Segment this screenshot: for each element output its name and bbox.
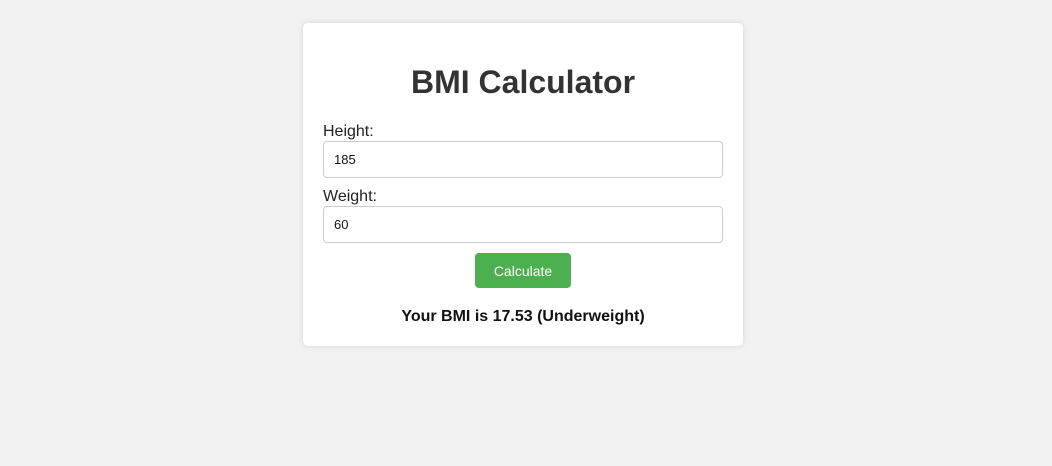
height-input[interactable] bbox=[323, 141, 723, 178]
calculate-button[interactable]: Calculate bbox=[475, 253, 571, 288]
weight-input[interactable] bbox=[323, 206, 723, 243]
weight-label: Weight: bbox=[323, 188, 377, 205]
page-title: BMI Calculator bbox=[410, 64, 636, 100]
bmi-calculator-card: BMI Calculator Height: Weight: Calculate… bbox=[303, 23, 743, 346]
height-label: Height: bbox=[323, 123, 374, 140]
bmi-result: Your BMI is 17.53 (Underweight) bbox=[401, 308, 645, 325]
